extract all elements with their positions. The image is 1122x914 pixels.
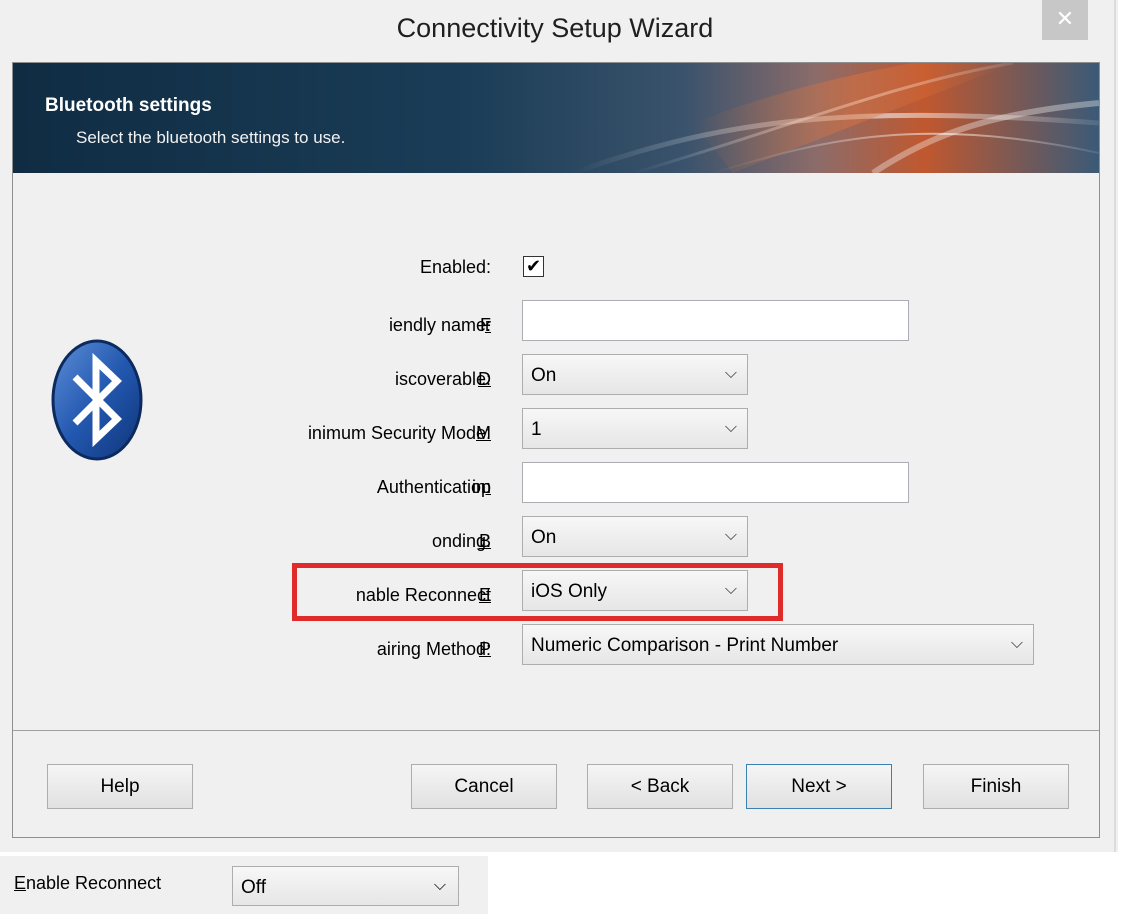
chevron-down-icon: ⌵ [724,365,737,382]
next-button[interactable]: Next > [746,764,892,809]
enable-reconnect-inset: Enable Reconnect Off ⌵ [0,856,488,914]
auth-pin-input[interactable] [522,462,909,503]
enabled-checkbox[interactable]: ✔ [523,256,544,277]
chevron-down-icon: ⌵ [724,527,737,544]
cancel-button[interactable]: Cancel [411,764,557,809]
friendly-name-input[interactable] [522,300,909,341]
friendly-name-label: Fr iendly name: [388,315,491,335]
window-title: Connectivity Setup Wizard [396,13,714,43]
banner-title: Bluetooth settings [45,95,212,116]
wizard-dialog: Connectivity Setup Wizard ✕ Bluetooth se… [0,0,1118,852]
min-security-mode-select[interactable]: 1 ⌵ [522,408,748,449]
chevron-down-icon: ⌵ [1010,635,1023,652]
chevron-down-icon: ⌵ [724,419,737,436]
finish-button[interactable]: Finish [923,764,1069,809]
chevron-down-icon: ⌵ [433,877,446,894]
bonding-select[interactable]: On ⌵ [522,516,748,557]
auth-pin-label: Authentication p in: [376,477,491,497]
bluetooth-icon [51,339,143,466]
inset-enable-reconnect-label: Enable Reconnect [14,873,162,893]
banner-swoosh-graphic [572,63,1099,173]
inset-enable-reconnect-select[interactable]: Off ⌵ [232,866,459,906]
title-bar: Connectivity Setup Wizard ✕ [0,0,1118,62]
discoverable-select[interactable]: On ⌵ [522,354,748,395]
help-button[interactable]: Help [47,764,193,809]
close-icon[interactable]: ✕ [1042,0,1088,40]
header-banner: Bluetooth settings Select the bluetooth … [13,63,1099,173]
min-security-mode-label: Minimum Security Mode: [307,423,491,443]
red-highlight-box [292,563,783,621]
footer-separator [13,730,1099,731]
discoverable-label: Discoverable: [394,369,491,389]
window-edge [1114,0,1116,852]
pairing-method-label: Pairing Method: [376,639,491,659]
wizard-frame: Bluetooth settings Select the bluetooth … [12,62,1100,838]
checkmark-icon: ✔ [525,256,542,276]
back-button[interactable]: < Back [587,764,733,809]
banner-subtitle: Select the bluetooth settings to use. [76,128,346,147]
pairing-method-select[interactable]: Numeric Comparison - Print Number ⌵ [522,624,1034,665]
bonding-label: Bonding: [431,531,491,551]
enabled-label: Enabled: [419,257,491,277]
